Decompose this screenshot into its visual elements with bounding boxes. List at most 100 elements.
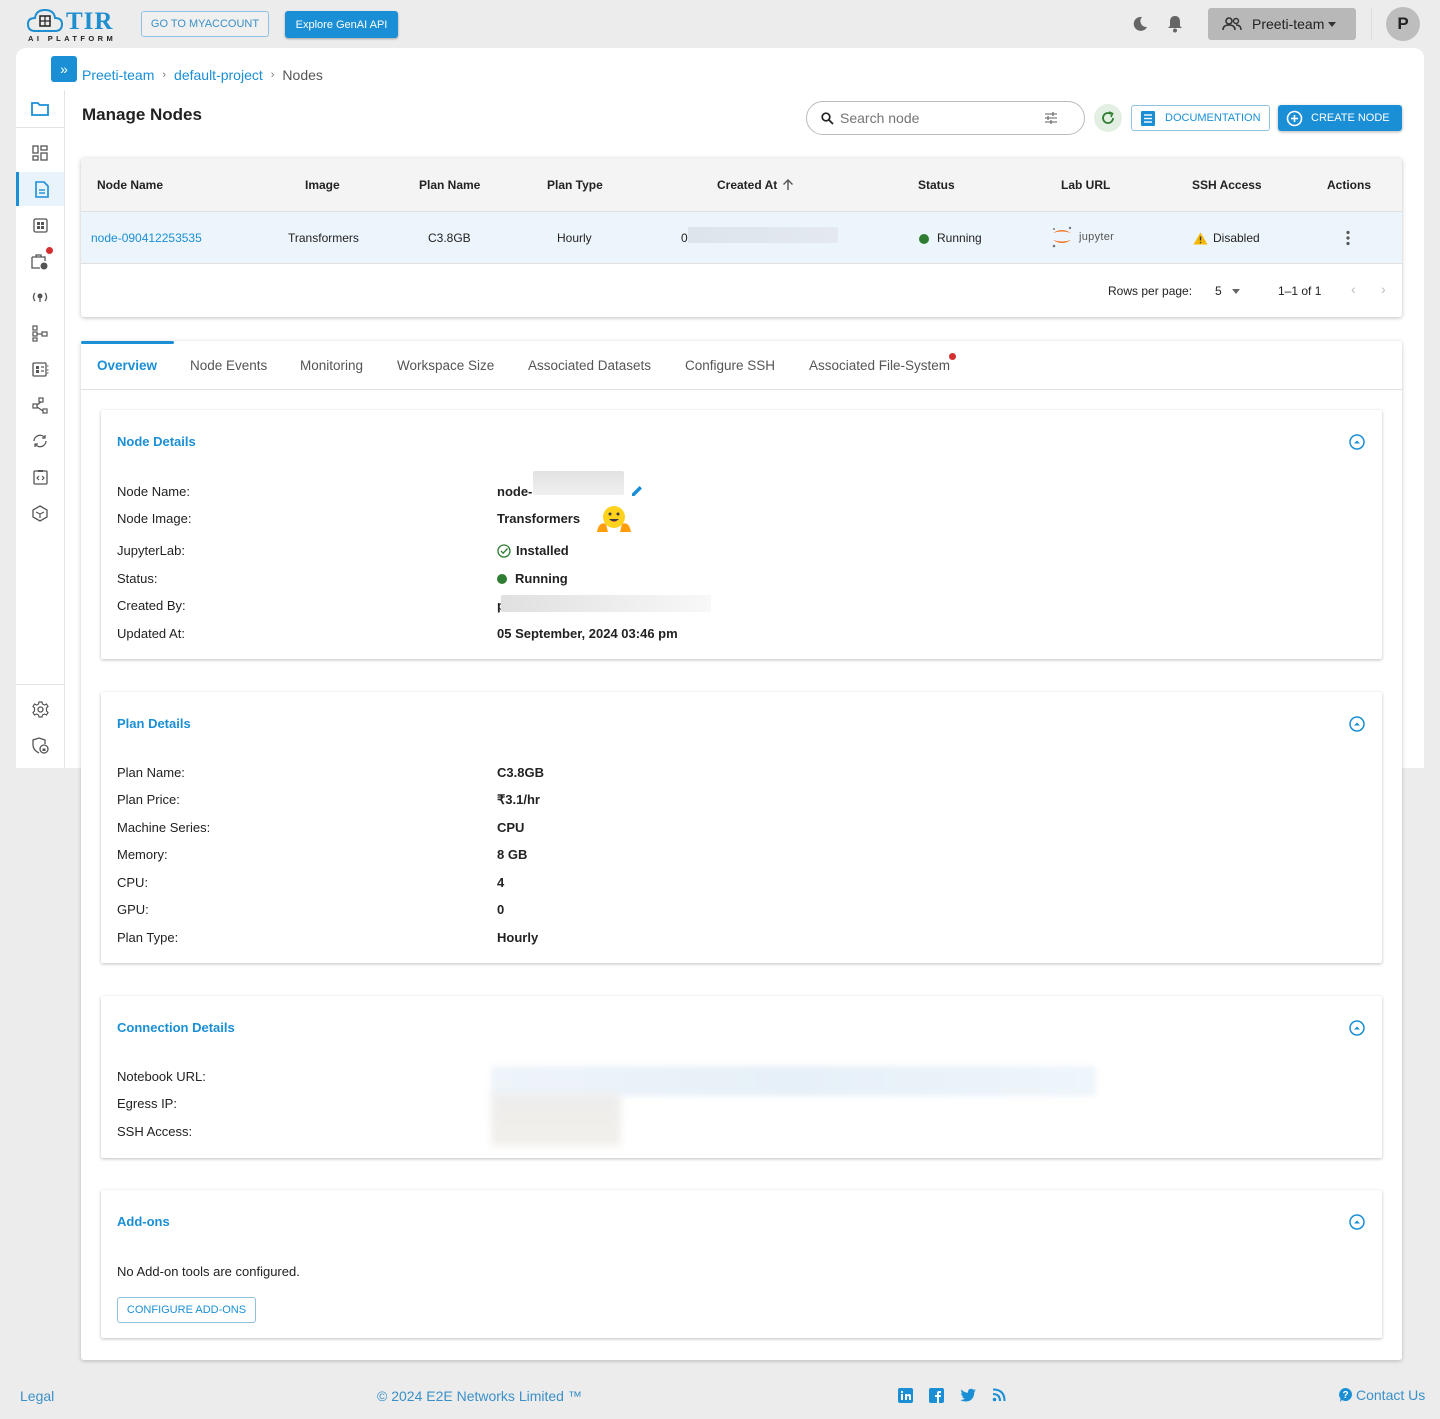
sidebar-item-inference[interactable] [16,280,64,314]
detail-label: Notebook URL: [117,1069,206,1084]
column-lab-url[interactable]: Lab URL [1061,178,1110,192]
refresh-icon [1102,111,1114,124]
sidebar-item-model-repos[interactable] [16,388,64,422]
plan-type-value: Hourly [497,930,539,945]
sidebar-item-projects[interactable] [16,91,64,125]
collapse-icon[interactable] [1349,1214,1365,1230]
gpu-value: 0 [497,902,505,917]
sidebar-item-integrations[interactable] [16,424,64,458]
search-input[interactable] [840,110,1040,126]
tir-logo[interactable]: TIR AI PLATFORM [26,6,118,44]
jupyter-lab-link[interactable]: jupyter [1051,225,1114,249]
column-image[interactable]: Image [305,178,340,192]
refresh-button[interactable] [1094,104,1122,132]
breadcrumb-team[interactable]: Preeti-team [82,67,154,83]
nodes-table: Node Name Image Plan Name Plan Type Crea… [81,158,1402,317]
filter-icon[interactable] [1044,111,1058,130]
tab-node-events[interactable]: Node Events [190,358,267,373]
detail-label: Status: [117,571,158,586]
column-node-name[interactable]: Node Name [97,178,163,192]
explore-genai-api-button[interactable]: Explore GenAI API [285,11,398,38]
tab-monitoring[interactable]: Monitoring [300,358,363,373]
documentation-button[interactable]: DOCUMENTATION [1131,105,1270,131]
next-page-icon[interactable]: › [1381,281,1386,297]
legal-link[interactable]: Legal [20,1388,54,1404]
tab-workspace-size[interactable]: Workspace Size [397,358,494,373]
created-at-cell: 0 [681,231,688,245]
tab-overview[interactable]: Overview [97,358,157,373]
sort-arrow-up-icon[interactable] [782,178,794,191]
sidebar-item-packages[interactable] [16,496,64,530]
rows-per-page-value: 5 [1215,284,1222,298]
configure-addons-button[interactable]: CONFIGURE ADD-ONS [117,1297,256,1323]
collapse-icon[interactable] [1349,716,1365,732]
detail-label: Egress IP: [117,1096,177,1111]
sidebar-item-api[interactable] [16,460,64,494]
sidebar-item-templates[interactable] [16,208,64,242]
running-status-dot [919,233,929,244]
go-to-myaccount-button[interactable]: GO TO MYACCOUNT [141,11,269,37]
section-title: Add-ons [117,1214,170,1229]
column-ssh-access[interactable]: SSH Access [1192,178,1262,192]
tab-associated-file-system[interactable]: Associated File-System [809,358,950,373]
shield-lock-icon [32,736,49,754]
column-status[interactable]: Status [918,178,955,192]
team-selector-dropdown[interactable]: Preeti-team [1208,8,1356,40]
plan-type-cell: Hourly [557,231,592,245]
column-created-at[interactable]: Created At [717,178,777,192]
prev-page-icon[interactable]: ‹ [1351,281,1356,297]
sidebar-item-nodes[interactable] [16,172,64,206]
memory-value: 8 GB [497,847,528,862]
edit-pencil-icon[interactable] [631,485,643,497]
dark-mode-icon[interactable] [1131,15,1149,38]
gear-icon [31,700,49,718]
sidebar-item-datasets[interactable] [16,352,64,386]
linkedin-icon[interactable] [898,1388,913,1403]
user-avatar[interactable]: P [1386,7,1420,41]
rss-feed-icon[interactable] [992,1388,1006,1402]
briefcase-clock-icon [31,253,48,269]
sidebar-item-dashboard[interactable] [16,136,64,170]
table-row[interactable]: node-090412253535 Transformers C3.8GB Ho… [81,212,1402,264]
node-image-value: Transformers [497,511,581,526]
detail-label: GPU: [117,902,149,917]
search-box[interactable] [806,101,1085,135]
sidebar-item-scheduled-jobs[interactable] [16,244,64,278]
contact-us-label: Contact Us [1356,1387,1426,1403]
column-plan-name[interactable]: Plan Name [419,178,480,192]
tab-configure-ssh[interactable]: Configure SSH [685,358,775,373]
breadcrumb-project[interactable]: default-project [174,67,263,83]
machine-series-value: CPU [497,820,525,835]
twitter-icon[interactable] [960,1388,977,1403]
more-vertical-icon[interactable] [1346,230,1350,246]
collapse-icon[interactable] [1349,434,1365,450]
logo-subtitle: AI PLATFORM [28,34,117,43]
rows-per-page-select[interactable]: 5 [1215,284,1240,298]
sync-icon [33,434,47,448]
expand-sidebar-button[interactable]: » [51,56,77,82]
jupyter-label: jupyter [1079,231,1115,243]
detail-label: Memory: [117,847,168,862]
contact-us-link[interactable]: ? Contact Us [1338,1387,1425,1403]
node-details-section: Node Details Node Name: node- Node Image… [101,410,1382,659]
status-value: Running [497,571,568,586]
node-name-link[interactable]: node-090412253535 [91,231,202,245]
detail-label: Created By: [117,598,186,613]
notification-bell-icon[interactable] [1167,14,1183,39]
addons-section: Add-ons No Add-on tools are configured. … [101,1190,1382,1338]
create-node-label: CREATE NODE [1311,112,1390,124]
create-node-button[interactable]: CREATE NODE [1278,105,1402,131]
sidebar-item-pipelines[interactable] [16,316,64,350]
collapse-icon[interactable] [1349,1020,1365,1036]
facebook-icon[interactable] [929,1388,944,1403]
column-plan-type[interactable]: Plan Type [547,178,603,192]
plan-price-value: ₹3.1/hr [497,792,540,807]
tab-associated-datasets[interactable]: Associated Datasets [528,358,651,373]
sidebar-item-settings[interactable] [16,692,64,726]
help-icon: ? [1339,1388,1352,1402]
breadcrumb-separator: › [270,69,275,81]
copyright-text: © 2024 E2E Networks Limited ™ [377,1388,582,1404]
add-circle-icon [1286,110,1303,126]
ssh-status-text: Disabled [1213,231,1260,245]
sidebar-item-security[interactable] [16,728,64,762]
